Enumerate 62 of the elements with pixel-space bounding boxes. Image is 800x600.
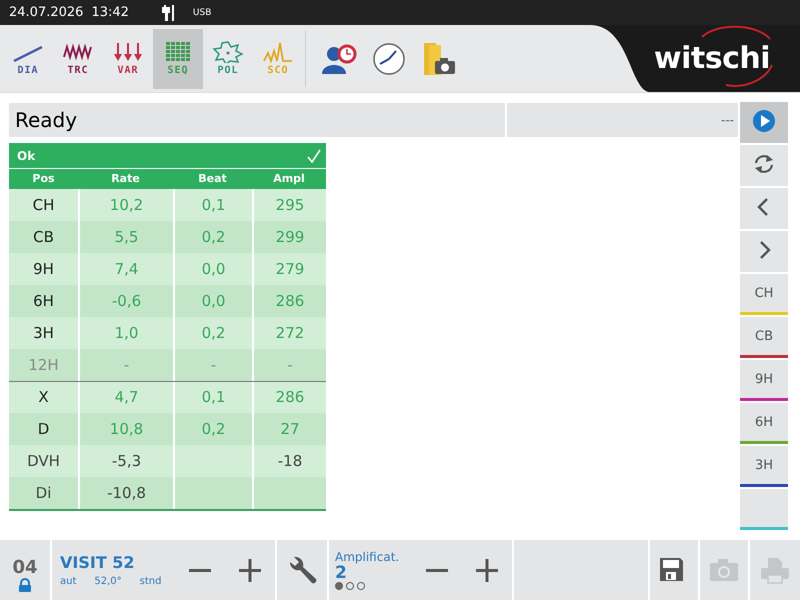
position-button[interactable]: 3H [740, 446, 788, 487]
program-name: VISIT 52 [60, 553, 136, 572]
var-chart-icon [112, 41, 144, 63]
refresh-button[interactable] [740, 145, 788, 186]
column-header: Rate [110, 171, 141, 187]
position-button[interactable]: 9H [740, 360, 788, 401]
column-header: Pos [31, 171, 56, 187]
status-message: Ready [9, 103, 507, 137]
minus-icon [426, 568, 448, 572]
pol-chart-icon [212, 41, 244, 63]
printer-icon [760, 556, 790, 584]
amplification-label: Amplificat. [335, 550, 400, 564]
play-button[interactable] [740, 102, 788, 143]
clock-icon [372, 42, 406, 76]
usb-device-icon [160, 4, 175, 22]
table-cell-text: X [37, 387, 50, 408]
table-cell-text: 9H [32, 259, 55, 280]
tool-tab[interactable]: TRC [53, 28, 103, 88]
column-header: Ampl [272, 171, 306, 187]
table-cell-text: DVH [26, 451, 61, 472]
table-cell-text: CB [32, 227, 55, 248]
plus-icon [475, 558, 499, 582]
tool-label: DIA [17, 65, 39, 76]
tool-label: TRC [67, 65, 89, 76]
minus-icon [189, 568, 211, 572]
usb-text: USB [192, 8, 212, 18]
sco-chart-icon [262, 41, 294, 63]
folder-camera-icon [421, 40, 457, 76]
position-button[interactable]: 6H [740, 403, 788, 444]
tool-tab[interactable]: VAR [103, 28, 153, 88]
tool-label: VAR [117, 65, 139, 76]
next-button[interactable] [740, 231, 788, 272]
table-cell-text: CH [32, 195, 56, 216]
table-cell-text: 3H [32, 323, 55, 344]
mode-text: aut [60, 576, 76, 587]
result-title: Ok [17, 148, 36, 162]
standard-text: stnd [140, 576, 162, 587]
position-button[interactable]: CH [740, 274, 788, 315]
table-cell-text: 12H [27, 355, 60, 376]
slot-number: 04 [12, 556, 38, 578]
prev-button[interactable] [740, 188, 788, 229]
table-cell-text: 6H [32, 291, 55, 312]
refresh-icon [752, 152, 776, 176]
tool-label: SCO [267, 65, 289, 76]
camera-icon [709, 556, 739, 584]
tool-label: SEQ [167, 65, 189, 76]
table-cell: -10,8 [78, 477, 173, 509]
time-text: 13:42 [91, 5, 129, 20]
amplification-value: 2 [335, 564, 347, 582]
tool-label: POL [217, 65, 239, 76]
brand-logo: witschi [654, 41, 770, 76]
date-text: 24.07.2026 [9, 5, 84, 20]
column-header: Beat [197, 171, 228, 187]
table-cell-text: Di [34, 483, 52, 504]
tool-tab[interactable]: DIA [3, 28, 53, 88]
status-value: --- [720, 112, 735, 129]
table-cell-text: D [36, 419, 50, 440]
position-button[interactable]: CB [740, 317, 788, 358]
user-watch-icon [321, 42, 357, 76]
plus-icon [238, 558, 262, 582]
lift-angle-text: 52,0° [94, 576, 122, 587]
play-icon [752, 109, 776, 133]
